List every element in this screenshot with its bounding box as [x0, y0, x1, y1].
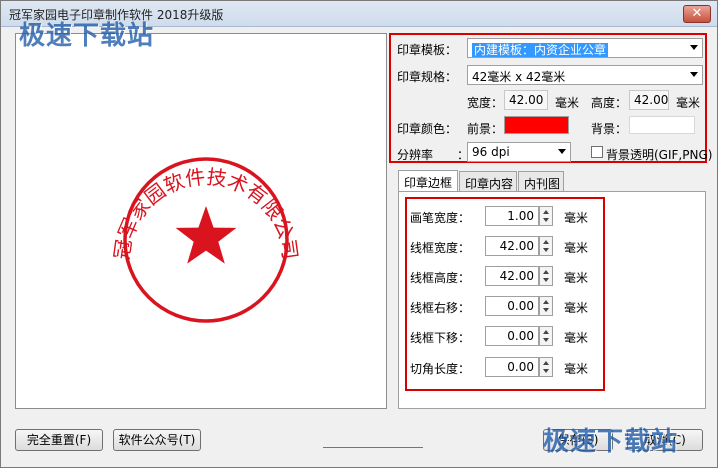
background-color-swatch[interactable]: [629, 116, 695, 134]
corner-cut-label: 切角长度：: [410, 362, 471, 376]
frame-width-spinner[interactable]: [539, 236, 553, 256]
stamp-preview-canvas: 冠军家园软件技术有限公司: [15, 33, 387, 409]
pen-width-input[interactable]: 1.00: [485, 206, 539, 226]
spec-select[interactable]: 42毫米 x 42毫米: [467, 65, 703, 85]
template-select[interactable]: 内建模板：内资企业公章: [467, 38, 703, 58]
frame-offset-right-input[interactable]: 0.00: [485, 296, 539, 316]
width-label: 宽度：: [467, 96, 504, 110]
width-unit: 毫米: [555, 96, 580, 110]
close-button[interactable]: ✕: [683, 5, 711, 23]
frame-offset-right-unit: 毫米: [564, 301, 589, 315]
height-unit: 毫米: [676, 96, 701, 110]
tab-border[interactable]: 印章边框: [398, 170, 458, 192]
frame-height-unit: 毫米: [564, 271, 589, 285]
foreground-label: 前景：: [467, 122, 504, 136]
height-label: 高度：: [591, 96, 628, 110]
resolution-value: 96 dpi: [472, 145, 510, 159]
frame-offset-down-input[interactable]: 0.00: [485, 326, 539, 346]
frame-offset-down-unit: 毫米: [564, 331, 589, 345]
stamp-image: 冠军家园软件技术有限公司: [110, 157, 302, 323]
height-field[interactable]: 42.00: [629, 90, 669, 110]
frame-width-input[interactable]: 42.00: [485, 236, 539, 256]
corner-cut-unit: 毫米: [564, 362, 589, 376]
color-label: 印章颜色：: [397, 122, 458, 136]
full-reset-button[interactable]: 完全重置(F): [15, 429, 103, 451]
frame-width-unit: 毫米: [564, 241, 589, 255]
frame-width-label: 线框宽度：: [410, 241, 471, 255]
corner-cut-spinner[interactable]: [539, 357, 553, 377]
transparent-background-label: 背景透明(GIF,PNG): [606, 148, 713, 162]
tab-content[interactable]: 印章内容: [459, 171, 517, 192]
pen-width-spinner[interactable]: [539, 206, 553, 226]
frame-offset-right-label: 线框右移：: [410, 301, 471, 315]
frame-height-input[interactable]: 42.00: [485, 266, 539, 286]
watermark-logo-bottom: 极速下载站: [543, 427, 679, 457]
resolution-label: 分辨率: [397, 148, 434, 162]
chevron-down-icon: [558, 149, 566, 154]
frame-height-label: 线框高度：: [410, 271, 471, 285]
template-value: 内建模板：内资企业公章: [472, 43, 609, 57]
pen-width-unit: 毫米: [564, 211, 589, 225]
frame-offset-down-spinner[interactable]: [539, 326, 553, 346]
link-underline[interactable]: [323, 447, 423, 448]
pen-width-label: 画笔宽度：: [410, 211, 471, 225]
resolution-select[interactable]: 96 dpi: [467, 142, 571, 162]
chevron-down-icon: [690, 45, 698, 50]
stamp-star-icon: [175, 206, 237, 264]
frame-offset-down-label: 线框下移：: [410, 331, 471, 345]
background-label: 背景：: [591, 122, 628, 136]
foreground-color-swatch[interactable]: [504, 116, 569, 134]
width-field[interactable]: 42.00: [504, 90, 548, 110]
transparent-background-checkbox[interactable]: [591, 146, 603, 158]
watermark-logo-top: 极速下载站: [19, 21, 155, 51]
frame-height-spinner[interactable]: [539, 266, 553, 286]
spec-value: 42毫米 x 42毫米: [472, 70, 566, 84]
public-account-button[interactable]: 软件公众号(T): [113, 429, 201, 451]
app-window: 冠军家园电子印章制作软件 2018升级版 ✕ 冠军家园软件技术有限公司 印章模板…: [0, 0, 718, 468]
chevron-down-icon: [690, 72, 698, 77]
template-label: 印章模板：: [397, 43, 458, 57]
corner-cut-input[interactable]: 0.00: [485, 357, 539, 377]
spec-label: 印章规格：: [397, 70, 458, 84]
frame-offset-right-spinner[interactable]: [539, 296, 553, 316]
tab-inner-image[interactable]: 内刊图: [518, 171, 564, 192]
